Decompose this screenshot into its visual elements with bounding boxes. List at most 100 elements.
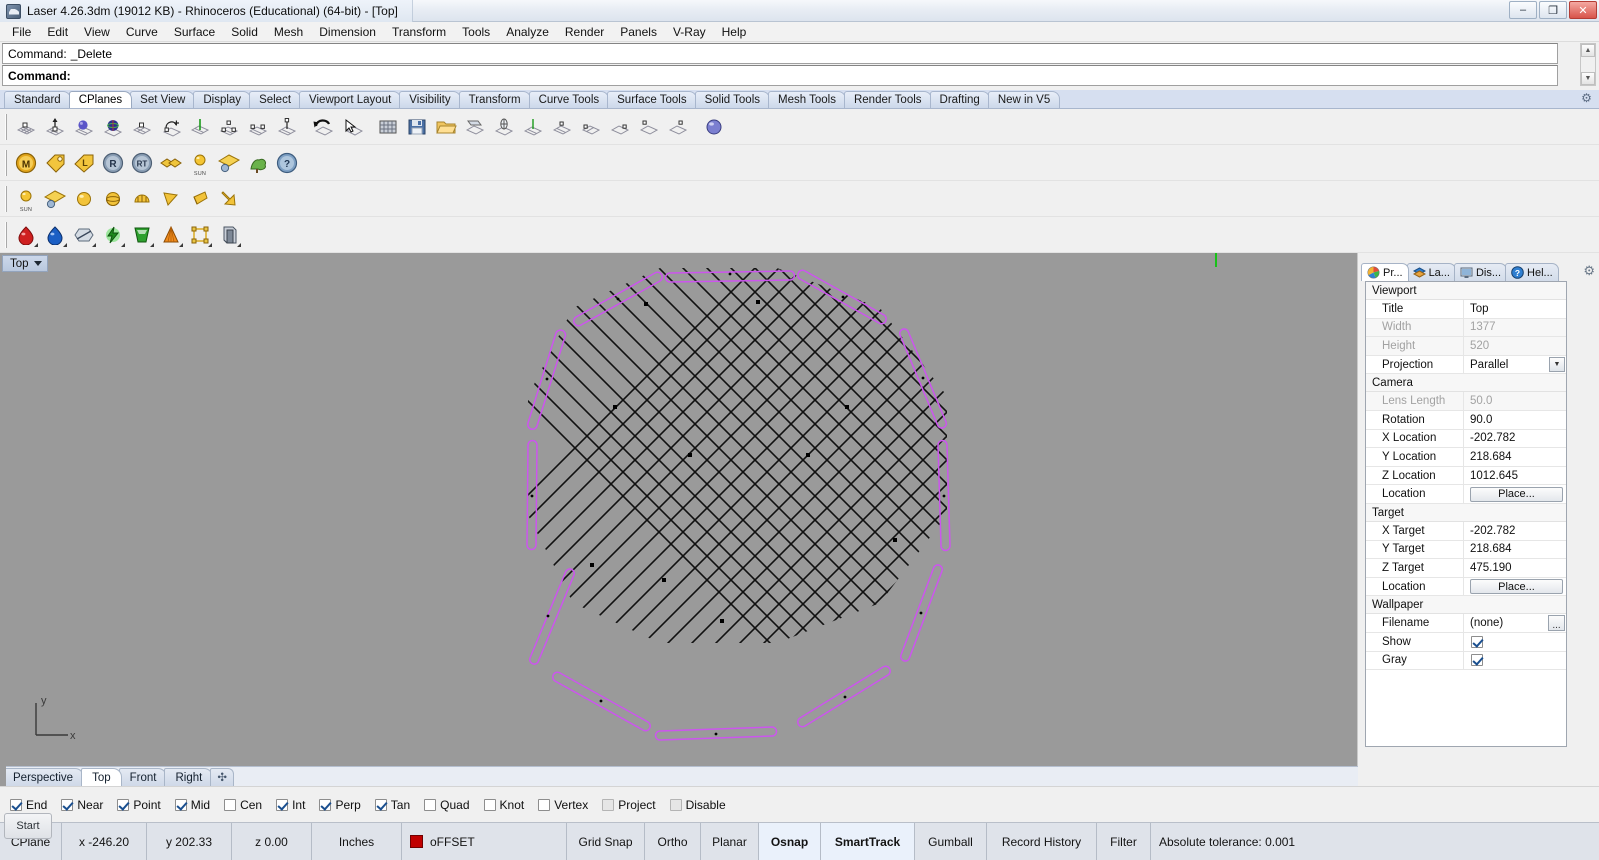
menu-item-edit[interactable]: Edit [39, 23, 76, 41]
property-row-projection[interactable]: Projection Parallel ▼ [1366, 355, 1566, 375]
toolbar-tab-surface-tools[interactable]: Surface Tools [607, 91, 697, 108]
start-button[interactable]: Start [4, 813, 52, 839]
cplane-rotate-icon[interactable] [157, 113, 185, 141]
menu-item-help[interactable]: Help [714, 23, 755, 41]
osnap-near[interactable]: Near [61, 798, 103, 812]
osnap-point-checkbox[interactable] [117, 798, 130, 811]
osnap-perp[interactable]: Perp [319, 798, 361, 812]
vray-material-editor-icon[interactable]: M [12, 149, 40, 177]
property-value[interactable]: 475.190 [1464, 559, 1566, 577]
maximize-button[interactable]: ❐ [1539, 1, 1567, 19]
command-history-line[interactable]: Command: _Delete [2, 43, 1558, 64]
toolbar-tab-curve-tools[interactable]: Curve Tools [528, 91, 610, 108]
viewport-title-button[interactable]: Top [2, 255, 48, 272]
toolbar-grip[interactable] [4, 113, 9, 140]
toolbar-tab-transform[interactable]: Transform [458, 91, 531, 108]
osnap-quad-checkbox[interactable] [424, 798, 437, 811]
browse-file-button[interactable]: ... [1548, 615, 1565, 631]
property-checkbox[interactable] [1471, 654, 1483, 667]
cplane-vertical-icon[interactable] [186, 113, 214, 141]
osnap-vertex-checkbox[interactable] [538, 798, 551, 811]
property-value[interactable]: (none)... [1464, 614, 1566, 632]
cplane-next-cursor-icon[interactable] [338, 113, 366, 141]
property-value[interactable]: Parallel ▼ [1464, 356, 1566, 374]
panel-tab-layers[interactable]: La... [1406, 263, 1456, 281]
menu-item-surface[interactable]: Surface [166, 23, 223, 41]
vray-fur-icon[interactable] [99, 221, 127, 249]
panel-tab-properties[interactable]: Pr... [1361, 263, 1409, 281]
panel-options-gear-icon[interactable]: ⚙ [1583, 263, 1595, 279]
osnap-project[interactable]: Project [602, 798, 656, 812]
cplane-object-icon[interactable] [70, 113, 98, 141]
viewport-tab-perspective[interactable]: Perspective [2, 768, 85, 786]
property-value[interactable]: 218.684 [1464, 448, 1566, 466]
toolbar-tab-viewport-layout[interactable]: Viewport Layout [299, 91, 402, 108]
menu-item-tools[interactable]: Tools [454, 23, 498, 41]
toolbar-tab-mesh-tools[interactable]: Mesh Tools [768, 91, 846, 108]
osnap-int[interactable]: Int [276, 798, 305, 812]
cplane-elevation-icon[interactable] [41, 113, 69, 141]
toolbar-tab-set-view[interactable]: Set View [130, 91, 196, 108]
property-row-location[interactable]: Location Place... [1366, 577, 1566, 597]
cplane-perp-curve-icon[interactable] [244, 113, 272, 141]
cplane-align-d-icon[interactable] [635, 113, 663, 141]
toolbar-tab-select[interactable]: Select [249, 91, 302, 108]
menu-item-dimension[interactable]: Dimension [311, 23, 384, 41]
property-value[interactable]: 1012.645 [1464, 467, 1566, 485]
save-icon[interactable] [403, 113, 431, 141]
property-value[interactable]: Top [1464, 300, 1566, 318]
status-toggle-grid-snap[interactable]: Grid Snap [567, 823, 645, 860]
menu-item-render[interactable]: Render [557, 23, 612, 41]
property-value[interactable]: Place... [1464, 485, 1566, 503]
vray-blue-material-icon[interactable] [41, 221, 69, 249]
osnap-quad[interactable]: Quad [424, 798, 470, 812]
vray-dome-light-icon[interactable] [99, 185, 127, 213]
cplane-grid-set-icon[interactable] [519, 113, 547, 141]
vray-directional-light-icon[interactable] [215, 185, 243, 213]
osnap-project-checkbox[interactable] [602, 798, 615, 811]
osnap-tan-checkbox[interactable] [374, 798, 387, 811]
status-toggle-planar[interactable]: Planar [701, 823, 759, 860]
vray-options-icon[interactable] [41, 149, 69, 177]
property-value[interactable]: Place... [1464, 578, 1566, 596]
chevron-down-icon[interactable] [33, 261, 42, 266]
viewport-tab-top[interactable]: Top [81, 768, 122, 786]
panel-tab-help[interactable]: ? Hel... [1505, 263, 1559, 281]
cplane-curve-icon[interactable] [128, 113, 156, 141]
property-row-rotation[interactable]: Rotation 90.0 [1366, 410, 1566, 430]
vray-spot-light-icon[interactable] [186, 185, 214, 213]
place-button[interactable]: Place... [1470, 579, 1563, 595]
cplane-align-a-icon[interactable] [548, 113, 576, 141]
osnap-disable-checkbox[interactable] [669, 798, 682, 811]
vray-render-rt-icon[interactable]: RT [128, 149, 156, 177]
display-grid-icon[interactable] [374, 113, 402, 141]
property-value[interactable]: -202.782 [1464, 430, 1566, 448]
osnap-vertex[interactable]: Vertex [538, 798, 588, 812]
status-toggle-ortho[interactable]: Ortho [645, 823, 701, 860]
toolbar-tab-drafting[interactable]: Drafting [929, 91, 990, 108]
status-toggle-smarttrack[interactable]: SmartTrack [821, 823, 915, 860]
vray-light-lister-icon[interactable]: L [70, 149, 98, 177]
property-row-show[interactable]: Show [1366, 632, 1566, 652]
menu-item-view[interactable]: View [76, 23, 118, 41]
open-folder-icon[interactable] [432, 113, 460, 141]
osnap-int-checkbox[interactable] [276, 798, 289, 811]
vray-render-icon[interactable]: R [99, 149, 127, 177]
toolbar-tab-display[interactable]: Display [193, 91, 252, 108]
status-toggle-gumball[interactable]: Gumball [915, 823, 987, 860]
viewport-tab-front[interactable]: Front [118, 768, 168, 786]
status-units[interactable]: Inches [312, 823, 402, 860]
cplane-to-view-icon[interactable] [273, 113, 301, 141]
command-prompt-line[interactable]: Command: [2, 65, 1558, 86]
property-checkbox[interactable] [1471, 635, 1483, 648]
osnap-point[interactable]: Point [117, 798, 161, 812]
osnap-disable[interactable]: Disable [669, 798, 726, 812]
osnap-end[interactable]: End [10, 798, 47, 812]
chevron-down-icon[interactable]: ▼ [1549, 356, 1565, 373]
property-row-filename[interactable]: Filename (none)... [1366, 614, 1566, 633]
vray-instancer-icon[interactable] [215, 221, 243, 249]
osnap-knot[interactable]: Knot [483, 798, 524, 812]
menu-item-panels[interactable]: Panels [612, 23, 665, 41]
vray-sphere-light-icon[interactable] [70, 185, 98, 213]
vray-sun-light-icon[interactable]: SUN [12, 185, 40, 213]
